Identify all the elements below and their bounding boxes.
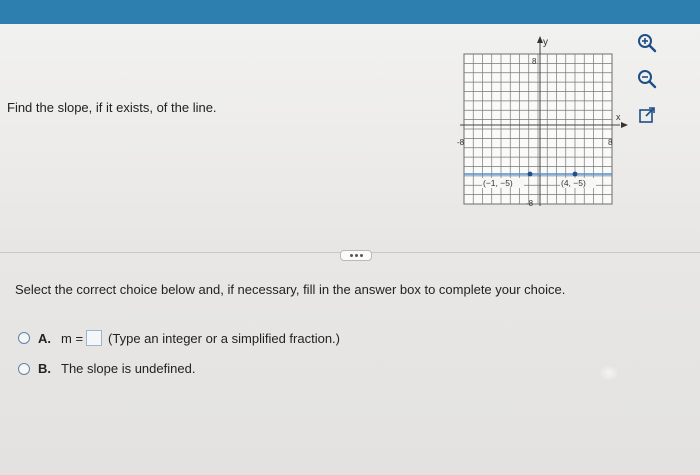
dot-icon [349,254,353,257]
y-axis-label: y [543,37,548,48]
radio-b[interactable] [18,362,30,375]
dot-icon [354,254,358,257]
choice-a-letter: A. [38,330,51,346]
y-tick-bottom: -8 [526,199,534,208]
more-button[interactable] [340,250,372,261]
answer-input[interactable] [86,330,103,346]
point1-label: (−1, −5) [483,178,513,188]
zoom-in-icon[interactable] [636,32,658,54]
background-spot [600,366,618,380]
point-1 [527,171,533,177]
x-axis-label: x [616,112,621,122]
x-tick-left: -8 [457,138,465,147]
top-bar [0,0,700,24]
zoom-out-icon[interactable] [636,68,658,90]
dot-icon [359,254,363,257]
choice-a-suffix: (Type an integer or a simplified fractio… [108,330,340,346]
y-tick-top: 8 [532,57,537,66]
x-axis-arrow [621,122,628,128]
external-link-icon[interactable] [636,104,658,126]
choice-b-letter: B. [38,361,51,376]
choice-a-prefix: m = [61,330,84,346]
x-tick-right: 8 [608,138,613,147]
coordinate-graph: y x 8 -8 -8 8 (−1, −5) (4, −5) [457,36,628,208]
question-text: Find the slope, if it exists, of the lin… [7,100,217,115]
choice-b-text: The slope is undefined. [61,361,196,376]
radio-a[interactable] [18,332,30,344]
point-2 [572,171,578,177]
choice-b[interactable]: B. The slope is undefined. [18,361,195,376]
choice-a[interactable]: A. m = (Type an integer or a simplified … [18,330,340,346]
point2-label: (4, −5) [561,178,586,188]
instruction-text: Select the correct choice below and, if … [15,282,566,297]
graph-tools [636,32,666,140]
